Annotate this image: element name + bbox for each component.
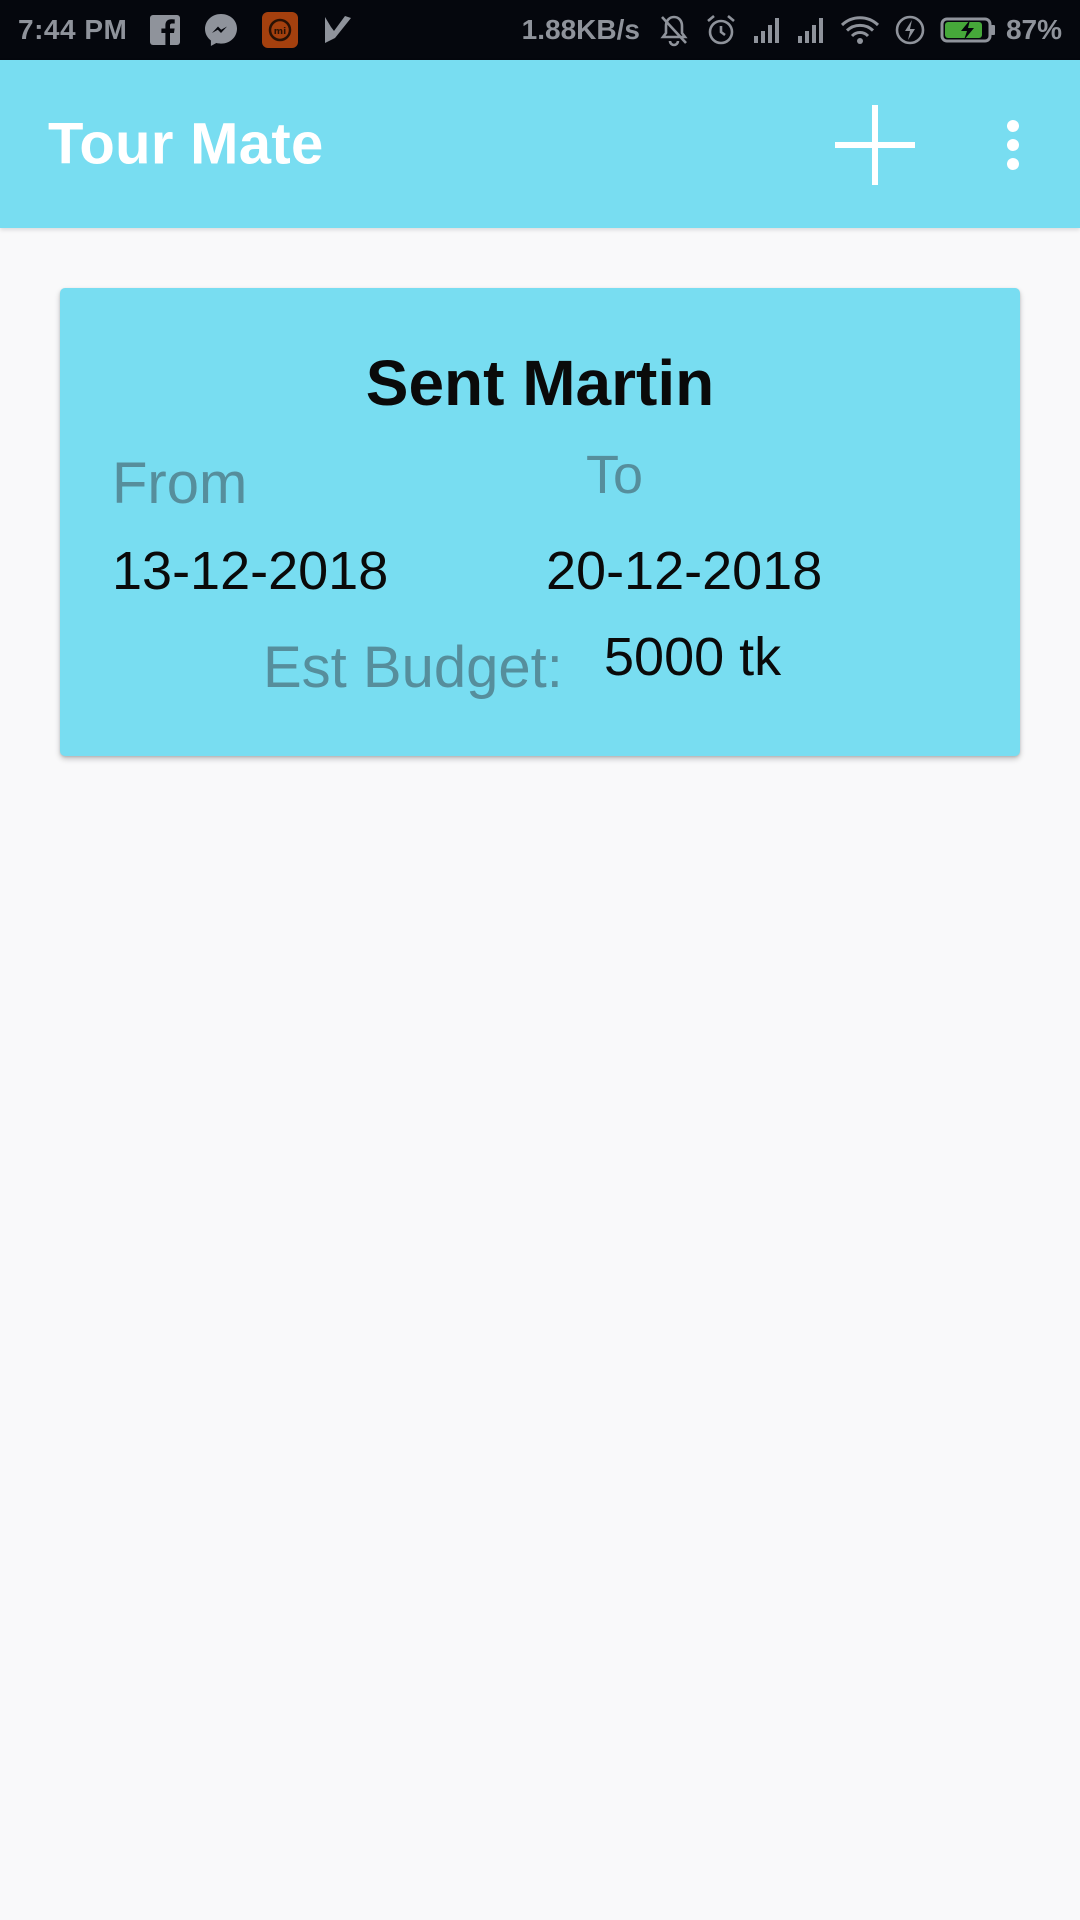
signal-icon — [752, 16, 782, 44]
svg-text:mi: mi — [274, 27, 286, 37]
status-bar-left: 7:44 PM mi — [18, 0, 377, 60]
messenger-icon — [203, 12, 239, 48]
overflow-menu-button[interactable] — [990, 100, 1036, 190]
charging-icon — [894, 14, 926, 46]
battery-percent: 87% — [1005, 14, 1062, 45]
app-title: Tour Mate — [48, 111, 324, 177]
network-speed: 1.88KB/s — [521, 14, 640, 45]
budget-value: 5000 tk — [604, 627, 782, 687]
to-label: To — [586, 445, 644, 505]
alarm-icon — [704, 13, 738, 47]
signal-icon — [796, 16, 826, 44]
status-bar-right: 1.88KB/s 87% — [522, 0, 1062, 60]
battery-icon — [940, 16, 996, 44]
tour-card[interactable]: Sent Martin From To 13-12-2018 20-12-201… — [60, 288, 1020, 756]
status-time: 7:44 PM — [18, 14, 128, 45]
app-bar: Tour Mate — [0, 60, 1080, 228]
from-date: 13-12-2018 — [112, 541, 389, 601]
add-tour-button[interactable] — [830, 100, 920, 190]
from-label: From — [112, 451, 248, 516]
add-icon — [835, 105, 915, 185]
to-date: 20-12-2018 — [546, 541, 823, 601]
more-vert-icon — [1007, 120, 1019, 170]
facebook-icon — [149, 14, 181, 46]
wifi-icon — [840, 14, 880, 46]
status-bar: 7:44 PM mi 1.88KB/s 87% — [0, 0, 1080, 60]
tick-notification-icon — [321, 13, 355, 47]
budget-label: Est Budget: — [263, 635, 563, 700]
tour-name: Sent Martin — [365, 347, 715, 419]
notifications-off-icon — [658, 13, 690, 47]
app-notification-icon: mi — [261, 11, 299, 49]
